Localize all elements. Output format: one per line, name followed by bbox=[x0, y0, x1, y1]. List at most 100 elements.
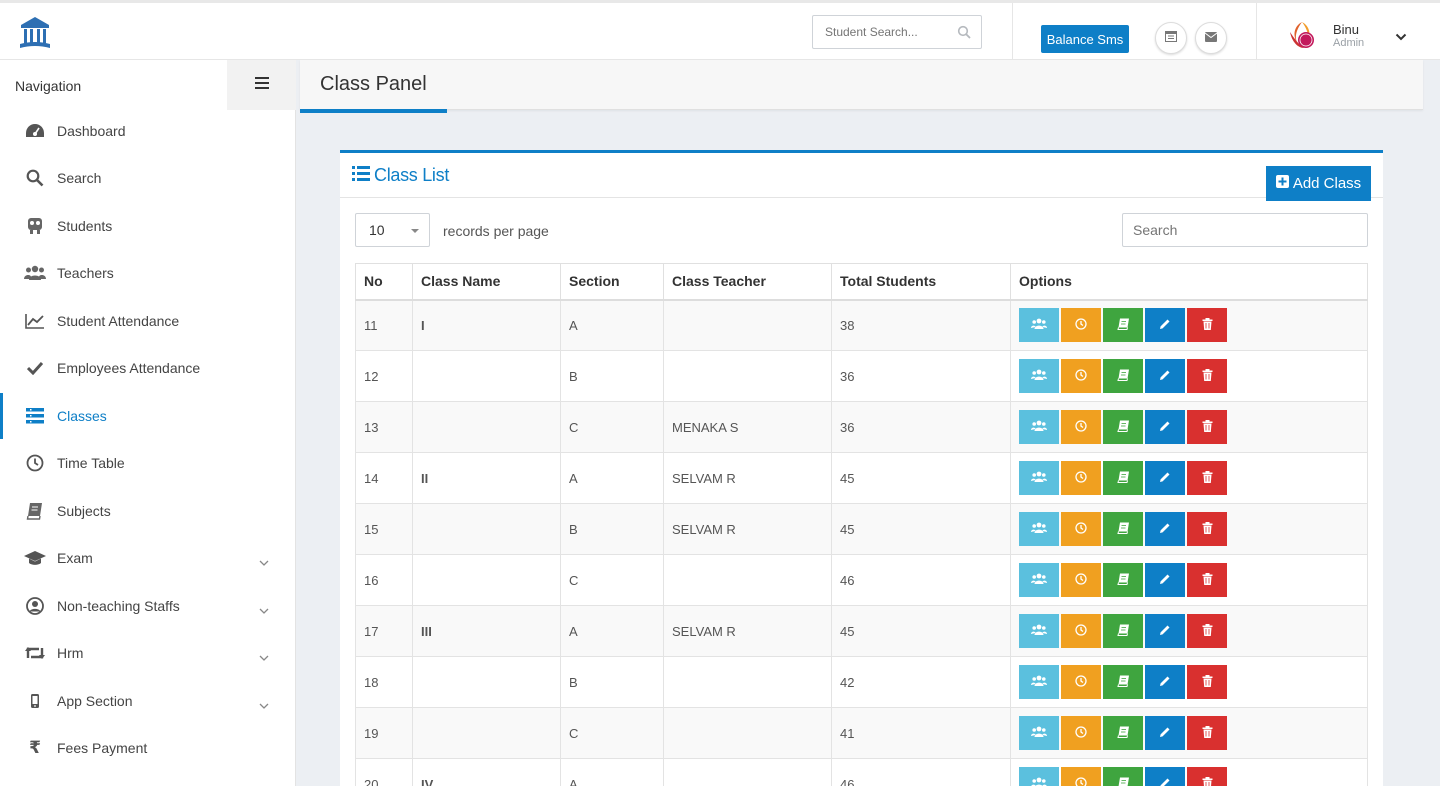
edit-button[interactable] bbox=[1145, 461, 1185, 495]
delete-button[interactable] bbox=[1187, 308, 1227, 343]
trash-icon bbox=[1202, 470, 1213, 486]
pencil-icon bbox=[1159, 726, 1171, 741]
chevron-down-icon[interactable] bbox=[1395, 28, 1407, 46]
sidebar-item-non-teaching-staffs[interactable]: Non-teaching Staffs bbox=[0, 583, 295, 629]
delete-button[interactable] bbox=[1187, 614, 1227, 648]
sidebar-item-student-attendance[interactable]: Student Attendance bbox=[0, 298, 295, 344]
edit-button[interactable] bbox=[1145, 767, 1185, 786]
book-icon bbox=[1116, 522, 1130, 537]
chevron-down-icon[interactable] bbox=[259, 553, 269, 569]
delete-button[interactable] bbox=[1187, 410, 1227, 444]
page-length-select[interactable]: 10 bbox=[355, 213, 430, 247]
delete-button[interactable] bbox=[1187, 359, 1227, 393]
avatar[interactable] bbox=[1284, 18, 1320, 54]
delete-button[interactable] bbox=[1187, 716, 1227, 750]
sidebar-item-time-table[interactable]: Time Table bbox=[0, 440, 295, 486]
column-header-class-name[interactable]: Class Name bbox=[412, 263, 561, 301]
table-row: 18 B 42 bbox=[355, 656, 1368, 708]
delete-button[interactable] bbox=[1187, 563, 1227, 597]
time-table-button[interactable] bbox=[1061, 359, 1101, 393]
sidebar-item-hrm[interactable]: Hrm bbox=[0, 630, 295, 676]
subjects-button[interactable] bbox=[1103, 563, 1143, 597]
column-header-no[interactable]: No bbox=[355, 263, 413, 301]
column-header-class-teacher[interactable]: Class Teacher bbox=[663, 263, 832, 301]
view-students-button[interactable] bbox=[1019, 512, 1059, 546]
time-table-button[interactable] bbox=[1061, 665, 1101, 699]
time-table-button[interactable] bbox=[1061, 410, 1101, 444]
mail-button[interactable] bbox=[1195, 22, 1227, 54]
time-table-button[interactable] bbox=[1061, 767, 1101, 786]
table-search-input[interactable] bbox=[1122, 213, 1368, 247]
view-students-button[interactable] bbox=[1019, 716, 1059, 750]
view-students-button[interactable] bbox=[1019, 359, 1059, 393]
time-table-button[interactable] bbox=[1061, 716, 1101, 750]
view-students-button[interactable] bbox=[1019, 461, 1059, 495]
subjects-button[interactable] bbox=[1103, 359, 1143, 393]
sidebar-item-students[interactable]: Students bbox=[0, 203, 295, 249]
header-divider bbox=[1012, 3, 1013, 60]
view-students-button[interactable] bbox=[1019, 614, 1059, 648]
sidebar-toggle-button[interactable] bbox=[227, 60, 296, 110]
subjects-button[interactable] bbox=[1103, 461, 1143, 495]
delete-button[interactable] bbox=[1187, 512, 1227, 546]
calendar-button[interactable] bbox=[1155, 22, 1187, 54]
view-students-button[interactable] bbox=[1019, 665, 1059, 699]
trash-icon bbox=[1202, 725, 1213, 741]
subjects-button[interactable] bbox=[1103, 665, 1143, 699]
column-header-section[interactable]: Section bbox=[560, 263, 664, 301]
add-class-button[interactable]: Add Class bbox=[1266, 166, 1371, 201]
subjects-button[interactable] bbox=[1103, 308, 1143, 343]
student-search-input[interactable] bbox=[813, 16, 943, 48]
time-table-button[interactable] bbox=[1061, 512, 1101, 546]
sidebar-item-label: Employees Attendance bbox=[57, 360, 201, 376]
edit-button[interactable] bbox=[1145, 563, 1185, 597]
delete-button[interactable] bbox=[1187, 767, 1227, 786]
time-table-button[interactable] bbox=[1061, 563, 1101, 597]
user-name[interactable]: Binu bbox=[1333, 22, 1359, 37]
chevron-down-icon[interactable] bbox=[259, 648, 269, 664]
subjects-button[interactable] bbox=[1103, 614, 1143, 648]
delete-button[interactable] bbox=[1187, 461, 1227, 495]
cell-class-teacher bbox=[663, 554, 832, 606]
sidebar-item-subjects[interactable]: Subjects bbox=[0, 488, 295, 534]
sidebar-item-label: Exam bbox=[57, 550, 93, 566]
edit-button[interactable] bbox=[1145, 614, 1185, 648]
edit-button[interactable] bbox=[1145, 410, 1185, 444]
chevron-down-icon[interactable] bbox=[259, 696, 269, 712]
cell-section: B bbox=[560, 656, 664, 708]
view-students-button[interactable] bbox=[1019, 410, 1059, 444]
edit-button[interactable] bbox=[1145, 308, 1185, 343]
search-icon[interactable] bbox=[957, 25, 971, 44]
sidebar-item-fees-payment[interactable]: ₹ Fees Payment bbox=[0, 725, 295, 771]
school-logo-icon[interactable] bbox=[18, 15, 52, 51]
cell-class-teacher: SELVAM R bbox=[663, 452, 832, 504]
subjects-button[interactable] bbox=[1103, 512, 1143, 546]
view-students-button[interactable] bbox=[1019, 308, 1059, 343]
student-search-field[interactable] bbox=[812, 15, 982, 49]
edit-button[interactable] bbox=[1145, 716, 1185, 750]
view-students-button[interactable] bbox=[1019, 563, 1059, 597]
subjects-button[interactable] bbox=[1103, 410, 1143, 444]
subjects-button[interactable] bbox=[1103, 767, 1143, 786]
sidebar-item-app-section[interactable]: App Section bbox=[0, 678, 295, 724]
subjects-button[interactable] bbox=[1103, 716, 1143, 750]
sidebar-item-teachers[interactable]: Teachers bbox=[0, 250, 295, 296]
time-table-button[interactable] bbox=[1061, 308, 1101, 343]
edit-button[interactable] bbox=[1145, 665, 1185, 699]
column-header-total-students[interactable]: Total Students bbox=[831, 263, 1011, 301]
sidebar-item-exam[interactable]: Exam bbox=[0, 535, 295, 581]
edit-button[interactable] bbox=[1145, 359, 1185, 393]
trash-icon bbox=[1202, 623, 1213, 639]
chevron-down-icon[interactable] bbox=[259, 601, 269, 617]
cell-no: 19 bbox=[355, 707, 413, 759]
view-students-button[interactable] bbox=[1019, 767, 1059, 786]
balance-sms-button[interactable]: Balance Sms bbox=[1041, 25, 1129, 53]
sidebar-item-search[interactable]: Search bbox=[0, 155, 295, 201]
delete-button[interactable] bbox=[1187, 665, 1227, 699]
time-table-button[interactable] bbox=[1061, 614, 1101, 648]
sidebar-item-classes[interactable]: Classes bbox=[0, 393, 295, 439]
sidebar-item-dashboard[interactable]: Dashboard bbox=[0, 108, 295, 154]
time-table-button[interactable] bbox=[1061, 461, 1101, 495]
edit-button[interactable] bbox=[1145, 512, 1185, 546]
sidebar-item-employees-attendance[interactable]: Employees Attendance bbox=[0, 345, 295, 391]
